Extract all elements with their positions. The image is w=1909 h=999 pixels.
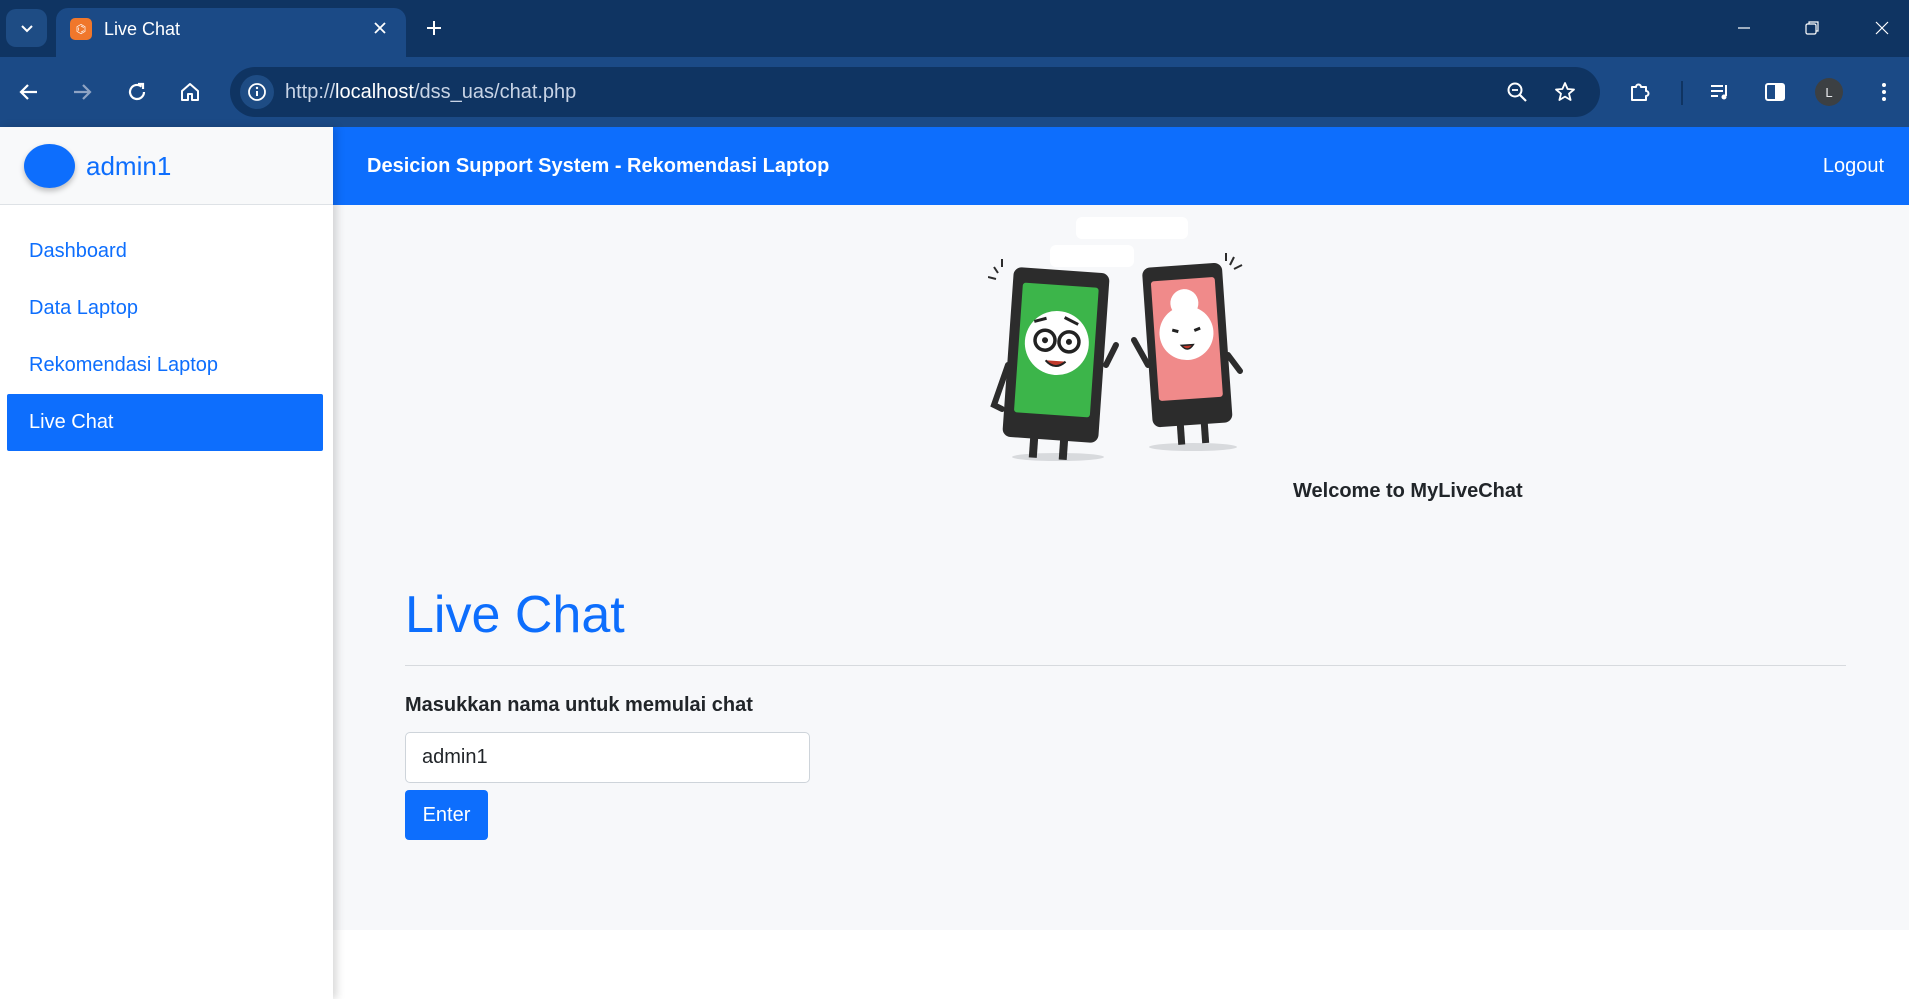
tab-search-button[interactable] — [6, 9, 47, 47]
welcome-text: Welcome to MyLiveChat — [1293, 480, 1523, 502]
sidebar-nav: Dashboard Data Laptop Rekomendasi Laptop… — [7, 223, 323, 451]
back-button[interactable] — [11, 74, 47, 110]
sidebar-item-data-laptop[interactable]: Data Laptop — [7, 280, 323, 337]
url-path: /dss_uas/chat.php — [413, 81, 577, 103]
navbar-brand[interactable]: Desicion Support System - Rekomendasi La… — [367, 154, 829, 178]
sidebar-item-live-chat[interactable]: Live Chat — [7, 394, 323, 451]
reload-button[interactable] — [119, 74, 155, 110]
arrow-right-icon — [74, 84, 92, 100]
top-navbar: Desicion Support System - Rekomendasi La… — [333, 127, 1909, 205]
sidebar-user-panel: admin1 — [0, 127, 333, 205]
chat-phones-illustration — [988, 217, 1243, 461]
page-title: Live Chat — [405, 586, 625, 644]
main-content: Welcome to MyLiveChat Live Chat Masukkan… — [333, 205, 1909, 930]
avatar — [24, 144, 75, 188]
chevron-down-icon — [20, 25, 33, 33]
arrow-left-icon — [19, 84, 37, 100]
sidebar: admin1 Dashboard Data Laptop Rekomendasi… — [0, 127, 333, 999]
name-input[interactable] — [405, 732, 810, 783]
url-host: localhost — [335, 81, 414, 103]
info-icon — [248, 83, 266, 101]
logout-link[interactable]: Logout — [1823, 154, 1884, 178]
url-text: http://localhost/dss_uas/chat.php — [285, 80, 576, 104]
minimize-icon — [1738, 27, 1750, 29]
sidebar-username: admin1 — [86, 151, 172, 181]
bookmark-button[interactable] — [1549, 76, 1581, 108]
side-panel-button[interactable] — [1757, 74, 1793, 110]
web-page: admin1 Dashboard Data Laptop Rekomendasi… — [0, 127, 1909, 999]
side-panel-icon — [1765, 83, 1785, 101]
toolbar-separator — [1681, 81, 1683, 105]
browser-toolbar: http://localhost/dss_uas/chat.php L — [0, 57, 1909, 127]
reload-icon — [128, 82, 146, 101]
extensions-button[interactable] — [1622, 74, 1658, 110]
new-tab-button[interactable] — [418, 12, 450, 44]
more-vertical-icon — [1882, 83, 1886, 101]
sidebar-item-rekomendasi-laptop[interactable]: Rekomendasi Laptop — [7, 337, 323, 394]
forward-button[interactable] — [64, 74, 100, 110]
puzzle-icon — [1631, 83, 1650, 101]
browser-menu-button[interactable] — [1866, 74, 1902, 110]
sidebar-item-dashboard[interactable]: Dashboard — [7, 223, 323, 280]
restore-button[interactable] — [1792, 10, 1832, 46]
close-icon — [1875, 21, 1889, 35]
restore-icon — [1805, 21, 1819, 35]
home-icon — [181, 83, 199, 101]
url-scheme: http:// — [285, 81, 336, 103]
name-field-label: Masukkan nama untuk memulai chat — [405, 694, 753, 716]
enter-button[interactable]: Enter — [405, 790, 488, 840]
tab-title: Live Chat — [104, 19, 181, 39]
browser-tab-strip: ⌬ Live Chat — [0, 0, 1909, 57]
divider — [405, 665, 1846, 666]
zoom-out-icon — [1507, 82, 1527, 102]
star-icon — [1555, 82, 1575, 101]
home-button[interactable] — [172, 74, 208, 110]
close-icon — [374, 22, 386, 34]
media-controls-button[interactable] — [1702, 74, 1738, 110]
browser-tab-live-chat[interactable]: ⌬ Live Chat — [56, 8, 406, 57]
plus-icon — [427, 21, 441, 35]
xampp-favicon-icon: ⌬ — [70, 18, 92, 40]
playlist-icon — [1711, 85, 1727, 100]
zoom-button[interactable] — [1501, 76, 1533, 108]
minimize-button[interactable] — [1724, 10, 1764, 46]
close-window-button[interactable] — [1862, 10, 1902, 46]
address-bar[interactable]: http://localhost/dss_uas/chat.php — [230, 67, 1600, 117]
tab-close-button[interactable] — [368, 16, 392, 40]
profile-avatar[interactable]: L — [1815, 78, 1843, 106]
site-info-button[interactable] — [240, 75, 274, 109]
